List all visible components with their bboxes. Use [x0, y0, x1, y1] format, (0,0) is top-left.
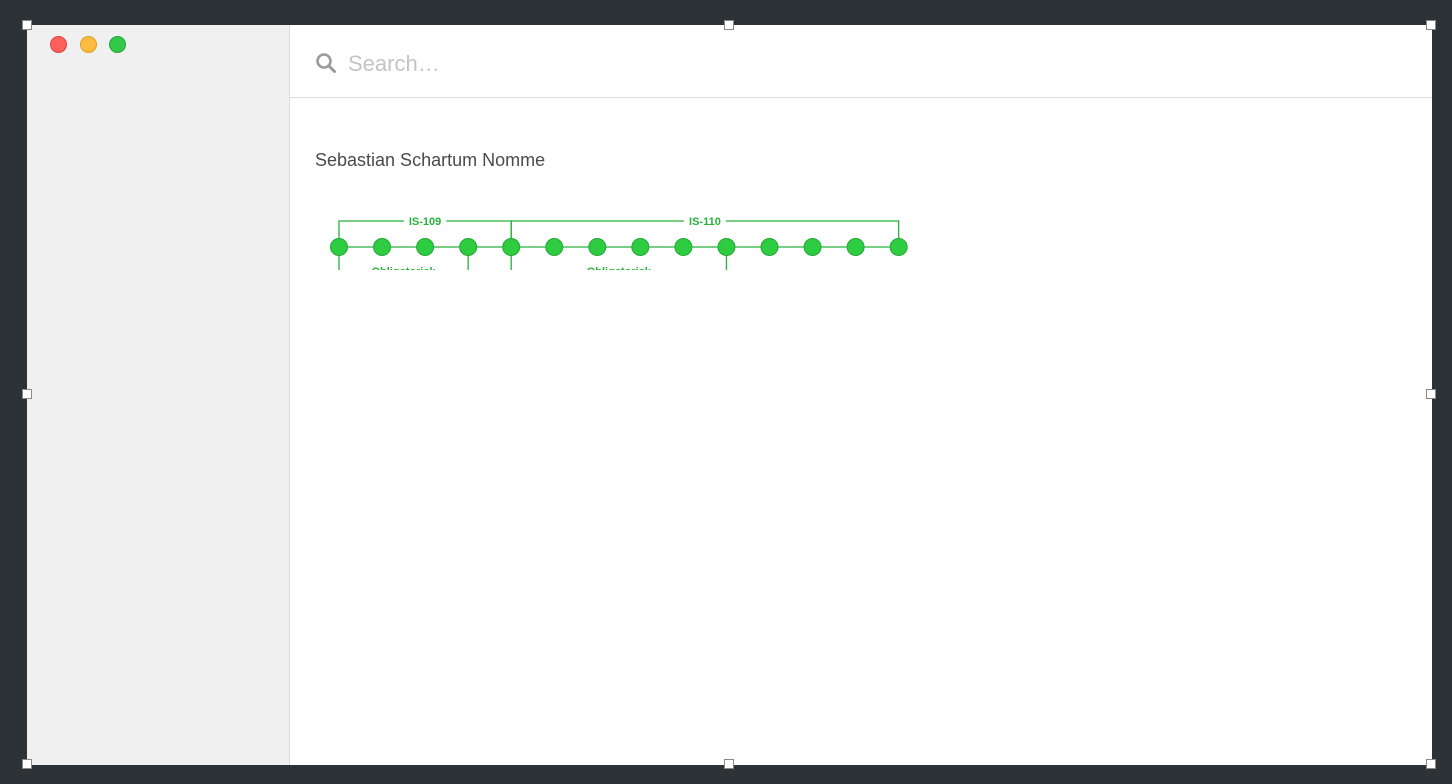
timeline-node [846, 238, 865, 256]
sidebar [27, 25, 290, 765]
main-content: Sebastian Schartum Nomme IS-109 IS-110 Obl… [290, 25, 1432, 765]
timeline-node [717, 238, 736, 256]
timeline-node [416, 238, 435, 256]
resize-handle-top-left[interactable] [22, 20, 32, 30]
top-bracket-label: IS-109 [409, 216, 441, 228]
timeline-node [459, 238, 478, 256]
resize-handle-left[interactable] [22, 389, 32, 399]
timeline-node [803, 238, 822, 256]
timeline-node [545, 238, 564, 256]
search-bar [290, 25, 1432, 98]
timeline-node [588, 238, 607, 256]
resize-handle-top[interactable] [724, 20, 734, 30]
timeline-node [760, 238, 779, 256]
timeline-node [502, 238, 521, 256]
person-name: Sebastian Schartum Nomme [315, 150, 546, 170]
top-bracket-line [446, 220, 512, 247]
search-icon [316, 53, 336, 73]
resize-handle-right[interactable] [1426, 389, 1436, 399]
timeline-node [674, 238, 693, 256]
window-minimize-button[interactable] [80, 36, 97, 53]
timeline-node [373, 238, 392, 256]
search-input[interactable] [346, 45, 1050, 83]
resize-handle-bottom[interactable] [724, 759, 734, 769]
resize-handle-top-right[interactable] [1426, 20, 1436, 30]
bottom-bracket-label: Obligatorisk [371, 266, 436, 270]
resize-handle-bottom-right[interactable] [1426, 759, 1436, 769]
app-window: Sebastian Schartum Nomme IS-109 IS-110 Obl… [27, 25, 1432, 765]
resize-handle-bottom-left[interactable] [22, 759, 32, 769]
top-bracket-label: IS-110 [689, 216, 721, 228]
timeline-node [631, 238, 650, 256]
bottom-bracket-label: Obligatorisk [587, 266, 652, 270]
timeline-node [889, 238, 908, 256]
timeline-node [330, 238, 348, 256]
window-maximize-button[interactable] [109, 36, 126, 53]
course-timeline: IS-109 IS-110 Obligatorisk Obligatorisk [330, 216, 908, 270]
window-close-button[interactable] [50, 36, 67, 53]
top-bracket-line [338, 220, 404, 247]
